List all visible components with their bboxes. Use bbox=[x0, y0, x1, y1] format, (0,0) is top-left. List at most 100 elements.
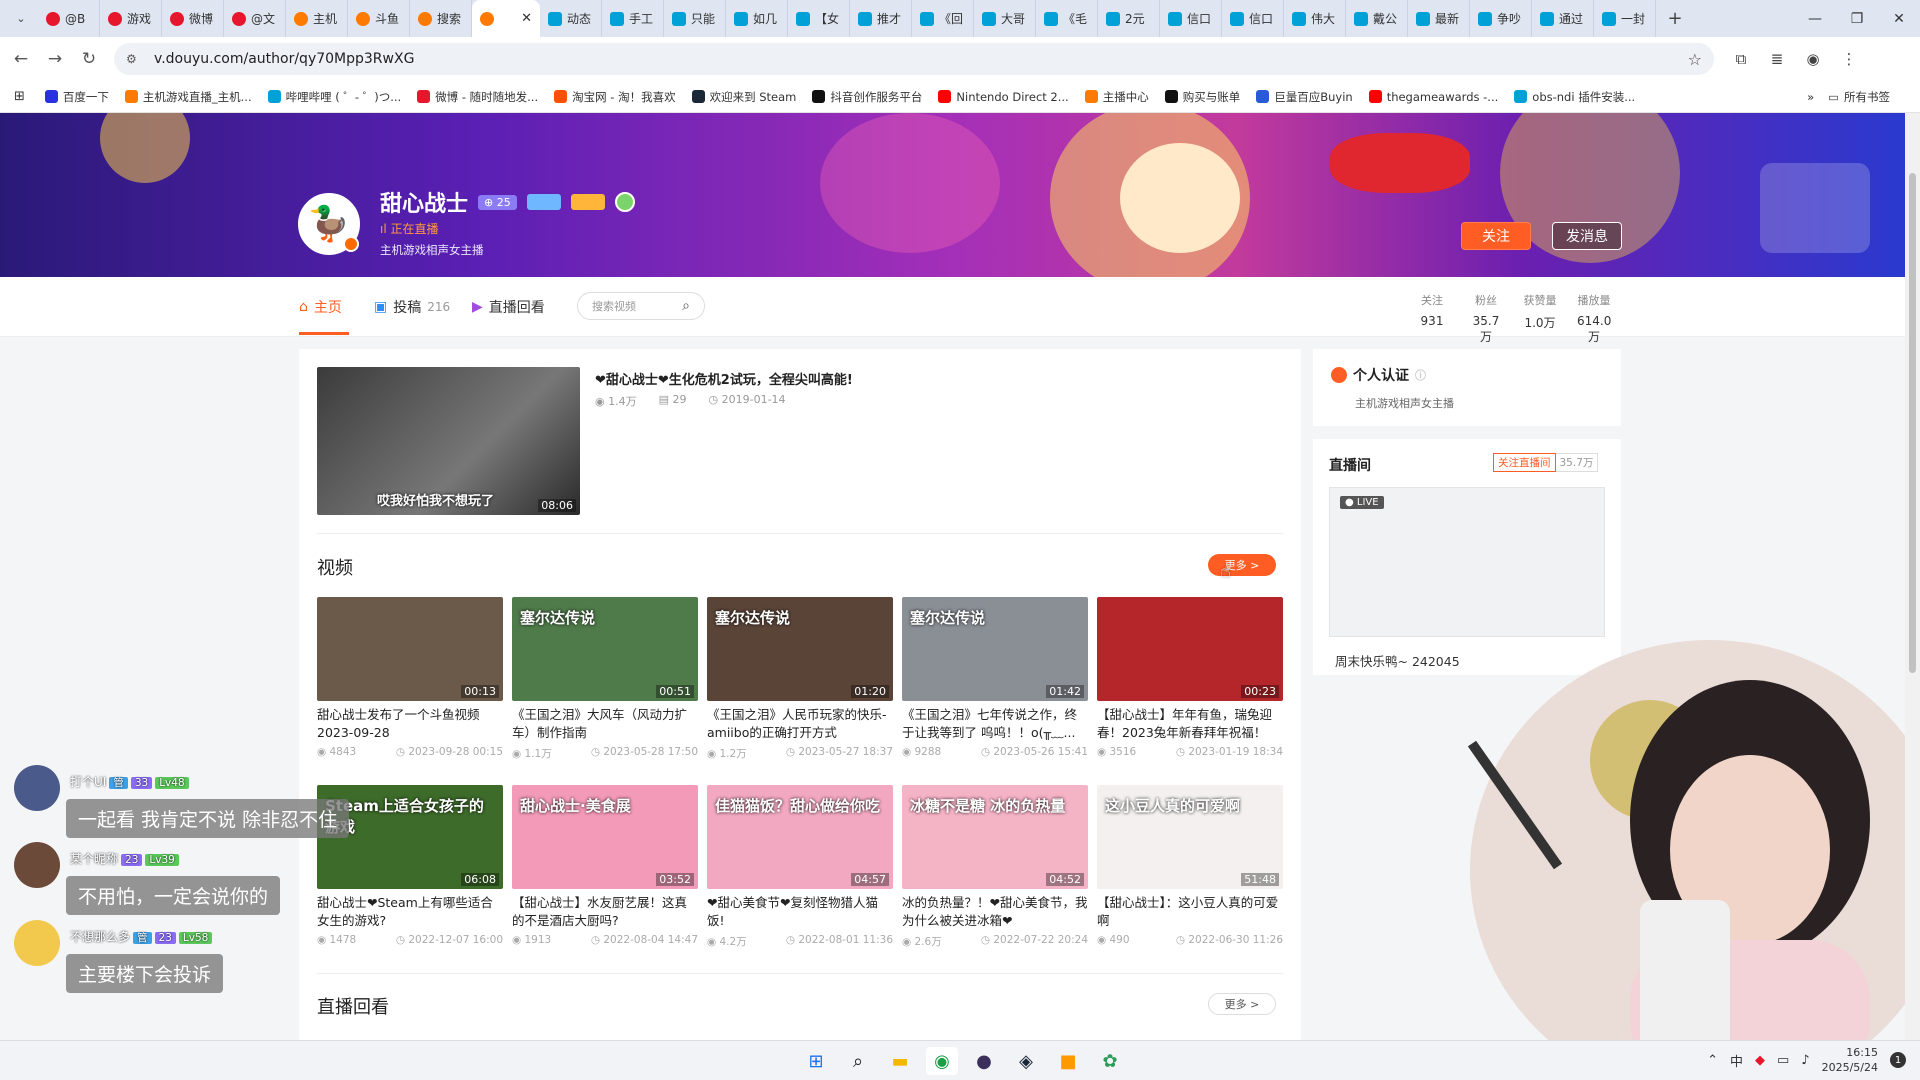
bookmark-item[interactable]: 微博 - 随时随地发... bbox=[417, 89, 538, 105]
video-title[interactable]: 【甜心战士】：这小豆人真的可爱啊 bbox=[1097, 894, 1283, 930]
video-card[interactable]: 这小豆人真的可爱啊 51:48 【甜心战士】：这小豆人真的可爱啊 ◉ 490 ◷ 202… bbox=[1097, 785, 1283, 949]
video-title[interactable]: 冰的负热量？！❤甜心美食节，我为什么被关进冰箱❤ bbox=[902, 894, 1088, 930]
browser-tab[interactable]: 信口 bbox=[1160, 0, 1222, 37]
maximize-button[interactable]: ❐ bbox=[1836, 0, 1878, 37]
more-bookmarks-icon[interactable]: » bbox=[1807, 90, 1814, 104]
video-card[interactable]: 00:13 甜心战士发布了一个斗鱼视频2023-09-28 ◉ 4843 ◷ 2023… bbox=[317, 597, 503, 761]
browser-tab[interactable]: 2元 bbox=[1098, 0, 1160, 37]
video-card[interactable]: 甜心战士·美食展 03:52 【甜心战士】水友厨艺展！这真的不是酒店大厨吗? ◉ 19… bbox=[512, 785, 698, 949]
browser-tab[interactable]: 伟大 bbox=[1284, 0, 1346, 37]
video-search-input[interactable]: 搜索视频 ⌕ bbox=[577, 292, 705, 320]
browser-tab[interactable]: 【女 bbox=[788, 0, 850, 37]
video-card[interactable]: 冰糖不是糖 冰的负热量 04:52 冰的负热量？！❤甜心美食节，我为什么被关进冰箱❤… bbox=[902, 785, 1088, 949]
bookmark-item[interactable]: obs-ndi 插件安装... bbox=[1514, 89, 1635, 105]
browser-tab[interactable]: 微博 bbox=[162, 0, 224, 37]
video-card[interactable]: 00:23 【甜心战士】年年有鱼，瑞兔迎春！2023兔年新春拜年祝福！ ◉ 3516… bbox=[1097, 597, 1283, 761]
tab-replays[interactable]: ▶ 直播回看 bbox=[472, 297, 545, 317]
new-tab-button[interactable]: + bbox=[1662, 6, 1688, 32]
bookmark-item[interactable]: 购买与账单 bbox=[1164, 89, 1240, 105]
tab-search-dropdown[interactable]: ⌄ bbox=[8, 6, 34, 32]
video-thumbnail[interactable]: 佳猫猫饭？甜心做给你吃 04:57 bbox=[707, 785, 893, 889]
browser-tab[interactable]: 争吵 bbox=[1470, 0, 1532, 37]
follow-room-button[interactable]: 关注直播间 35.7万 bbox=[1493, 453, 1599, 472]
video-thumbnail[interactable]: 这小豆人真的可爱啊 51:48 bbox=[1097, 785, 1283, 889]
all-bookmarks-folder[interactable]: ▭ 所有书签 bbox=[1828, 89, 1890, 105]
search-icon[interactable]: ⌕ bbox=[682, 298, 690, 314]
chrome-icon[interactable]: ◉ bbox=[926, 1047, 958, 1075]
reload-button[interactable]: ↻ bbox=[72, 42, 106, 76]
scrollbar-thumb[interactable] bbox=[1909, 173, 1916, 673]
app-tray-icon[interactable]: ◆ bbox=[1755, 1053, 1765, 1068]
back-button[interactable]: ← bbox=[4, 42, 38, 76]
browser-tab[interactable]: @B bbox=[38, 0, 100, 37]
windows-start-icon[interactable]: ⊞ bbox=[800, 1047, 832, 1075]
follow-button[interactable]: 关注 bbox=[1461, 222, 1531, 250]
video-card[interactable]: 佳猫猫饭？甜心做给你吃 04:57 ❤甜心美食节❤复刻怪物猎人猫饭! ◉ 4.2万 ◷ … bbox=[707, 785, 893, 949]
bookmark-item[interactable]: 百度一下 bbox=[44, 89, 109, 105]
video-title[interactable]: 【甜心战士】年年有鱼，瑞兔迎春！2023兔年新春拜年祝福！ bbox=[1097, 706, 1283, 742]
url-bar[interactable]: ⚙ v.douyu.com/author/qy70Mpp3RwXG ☆ bbox=[114, 43, 1714, 75]
volume-icon[interactable]: ♪ bbox=[1801, 1053, 1809, 1068]
replay-more-button[interactable]: 更多 > bbox=[1208, 993, 1276, 1015]
video-title[interactable]: ❤甜心美食节❤复刻怪物猎人猫饭! bbox=[707, 894, 893, 930]
browser-tab[interactable]: 手工 bbox=[602, 0, 664, 37]
extensions-icon[interactable]: ⧉ bbox=[1726, 44, 1756, 74]
live-room-preview[interactable]: ● LIVE bbox=[1329, 487, 1605, 637]
page-scrollbar[interactable] bbox=[1905, 113, 1920, 1040]
browser-tab[interactable]: 一封 bbox=[1594, 0, 1656, 37]
bookmark-item[interactable]: 淘宝网 - 淘！我喜欢 bbox=[554, 89, 676, 105]
video-thumbnail[interactable]: 塞尔达传说 00:51 bbox=[512, 597, 698, 701]
browser-tab[interactable]: 《毛 bbox=[1036, 0, 1098, 37]
browser-tab[interactable]: 主机 bbox=[286, 0, 348, 37]
video-thumbnail[interactable]: 00:23 bbox=[1097, 597, 1283, 701]
close-window-button[interactable]: ✕ bbox=[1878, 0, 1920, 37]
video-title[interactable]: 《王国之泪》大风车（风动力扩车）制作指南 bbox=[512, 706, 698, 742]
video-title[interactable]: 《王国之泪》七年传说之作，终于让我等到了 呜呜！！o(╥﹏... bbox=[902, 706, 1088, 742]
browser-tab[interactable]: 大哥 bbox=[974, 0, 1036, 37]
close-tab-icon[interactable]: ✕ bbox=[521, 11, 532, 26]
bookmark-item[interactable]: Nintendo Direct 2... bbox=[938, 89, 1069, 105]
forward-button[interactable]: → bbox=[38, 42, 72, 76]
video-thumbnail[interactable]: 甜心战士·美食展 03:52 bbox=[512, 785, 698, 889]
site-info-icon[interactable]: ⚙ bbox=[126, 52, 144, 66]
profile-icon[interactable]: ◉ bbox=[1798, 44, 1828, 74]
notification-badge[interactable]: 1 bbox=[1890, 1052, 1906, 1068]
bookmark-star-icon[interactable]: ☆ bbox=[1688, 50, 1702, 69]
bookmark-item[interactable]: 主播中心 bbox=[1084, 89, 1149, 105]
browser-tab[interactable]: 斗鱼 bbox=[348, 0, 410, 37]
obs-icon[interactable]: ● bbox=[968, 1047, 1000, 1075]
browser-tab[interactable]: 《回 bbox=[912, 0, 974, 37]
featured-video-thumbnail[interactable]: 哎我好怕我不想玩了 08:06 bbox=[317, 367, 580, 515]
browser-tab[interactable]: 戴公 bbox=[1346, 0, 1408, 37]
browser-tab[interactable]: @文 bbox=[224, 0, 286, 37]
info-icon[interactable]: ⓘ bbox=[1415, 367, 1426, 383]
app-icon[interactable]: ■ bbox=[1052, 1047, 1084, 1075]
video-title[interactable]: 《王国之泪》人民币玩家的快乐-amiibo的正确打开方式 bbox=[707, 706, 893, 742]
live-room-name[interactable]: 周末快乐鸭~ 242045 bbox=[1335, 651, 1460, 670]
video-card[interactable]: 塞尔达传说 00:51 《王国之泪》大风车（风动力扩车）制作指南 ◉ 1.1万 ◷ 20… bbox=[512, 597, 698, 761]
clock[interactable]: 16:15 2025/5/24 bbox=[1822, 1045, 1878, 1075]
ime-icon[interactable]: 中 bbox=[1730, 1051, 1743, 1070]
browser-tab[interactable]: 动态 bbox=[540, 0, 602, 37]
message-button[interactable]: 发消息 bbox=[1552, 222, 1622, 250]
browser-tab[interactable]: 只能 bbox=[664, 0, 726, 37]
app-icon[interactable]: ✿ bbox=[1094, 1047, 1126, 1075]
featured-title[interactable]: ❤甜心战士❤生化危机2试玩，全程尖叫高能! bbox=[595, 369, 853, 388]
browser-tab[interactable]: 搜索 bbox=[410, 0, 472, 37]
video-thumbnail[interactable]: 冰糖不是糖 冰的负热量 04:52 bbox=[902, 785, 1088, 889]
steam-icon[interactable]: ◈ bbox=[1010, 1047, 1042, 1075]
bookmark-item[interactable]: 抖音创作服务平台 bbox=[812, 89, 922, 105]
live-status[interactable]: ıl 正在直播 bbox=[380, 220, 439, 237]
browser-tab[interactable]: 通过 bbox=[1532, 0, 1594, 37]
bookmark-item[interactable]: 哔哩哔哩 ( ゜- ゜)つ... bbox=[267, 89, 401, 105]
taskbar-search-icon[interactable]: ⌕ bbox=[842, 1047, 874, 1075]
tray-expand-icon[interactable]: ⌃ bbox=[1707, 1053, 1718, 1068]
browser-tab[interactable]: 信口 bbox=[1222, 0, 1284, 37]
video-title[interactable]: 【甜心战士】水友厨艺展！这真的不是酒店大厨吗? bbox=[512, 894, 698, 930]
video-thumbnail[interactable]: 塞尔达传说 01:20 bbox=[707, 597, 893, 701]
browser-tab[interactable]: 游戏 bbox=[100, 0, 162, 37]
browser-tab[interactable]: 最新 bbox=[1408, 0, 1470, 37]
network-icon[interactable]: ▭ bbox=[1777, 1053, 1789, 1068]
bookmark-item[interactable]: thegameawards -... bbox=[1368, 89, 1498, 105]
browser-tab[interactable]: ✕ bbox=[472, 0, 540, 37]
